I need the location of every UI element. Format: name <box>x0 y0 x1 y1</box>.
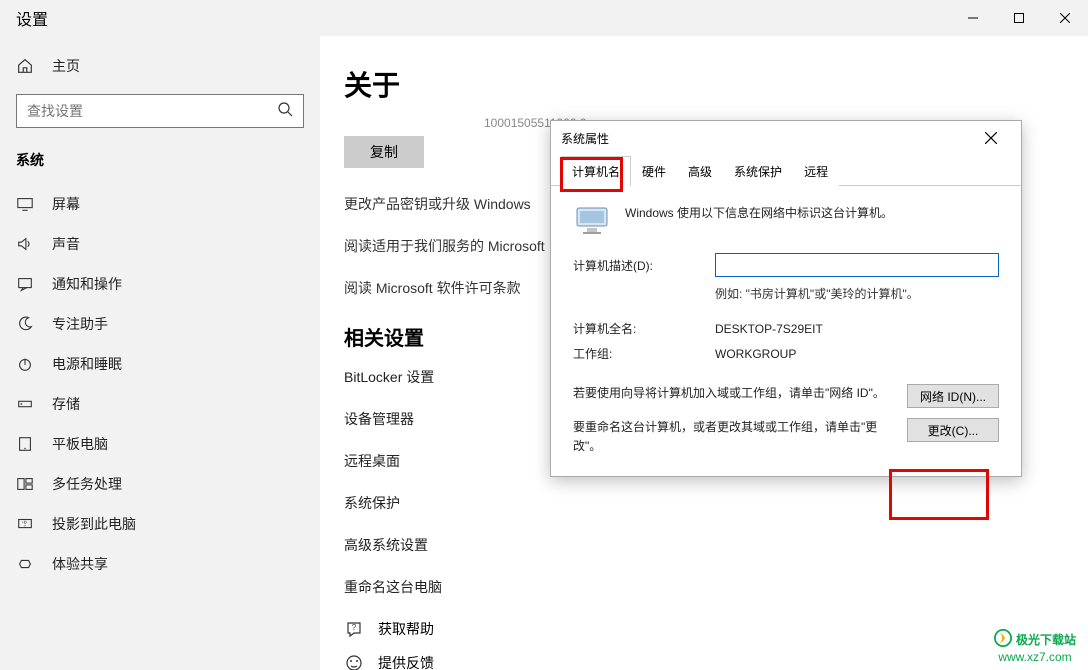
display-icon <box>16 195 34 213</box>
titlebar: 设置 <box>0 0 1088 36</box>
home-icon <box>16 57 34 75</box>
computer-icon <box>573 204 611 239</box>
sidebar-item-label: 屏幕 <box>52 194 80 214</box>
projection-icon <box>16 515 34 533</box>
tab-hardware[interactable]: 硬件 <box>631 156 677 186</box>
window-controls <box>950 0 1088 36</box>
power-icon <box>16 355 34 373</box>
dialog-info-text: Windows 使用以下信息在网络中标识这台计算机。 <box>625 204 893 223</box>
feedback-label: 提供反馈 <box>378 653 434 670</box>
page-title: 关于 <box>344 64 1064 104</box>
dialog-title: 系统属性 <box>561 130 609 147</box>
sidebar-item-display[interactable]: 屏幕 <box>0 184 320 224</box>
sidebar-item-label: 体验共享 <box>52 554 108 574</box>
search-icon <box>277 101 293 122</box>
sidebar-item-storage[interactable]: 存储 <box>0 384 320 424</box>
moon-icon <box>16 315 34 333</box>
system-properties-dialog: 系统属性 计算机名 硬件 高级 系统保护 远程 Windows 使用以下信息在网… <box>550 120 1022 477</box>
sidebar-item-share[interactable]: 体验共享 <box>0 544 320 584</box>
change-text: 要重命名这台计算机，或者更改其域或工作组，请单击"更改"。 <box>573 418 907 456</box>
dialog-close-button[interactable] <box>971 124 1011 152</box>
link-advanced-settings[interactable]: 高级系统设置 <box>344 535 1064 555</box>
window-title: 设置 <box>16 6 48 30</box>
watermark-url: www.xz7.com <box>998 650 1071 664</box>
help-label: 获取帮助 <box>378 619 434 639</box>
full-computer-name-label: 计算机全名: <box>573 320 715 337</box>
tab-system-protection[interactable]: 系统保护 <box>723 156 793 186</box>
storage-icon <box>16 395 34 413</box>
sidebar-item-power[interactable]: 电源和睡眠 <box>0 344 320 384</box>
copy-button[interactable]: 复制 <box>344 136 424 168</box>
dialog-titlebar: 系统属性 <box>551 121 1021 155</box>
change-button[interactable]: 更改(C)... <box>907 418 999 442</box>
sidebar-item-notifications[interactable]: 通知和操作 <box>0 264 320 304</box>
multitask-icon <box>16 475 34 493</box>
tab-computer-name[interactable]: 计算机名 <box>561 156 631 186</box>
sidebar-item-projection[interactable]: 投影到此电脑 <box>0 504 320 544</box>
sidebar-item-multitask[interactable]: 多任务处理 <box>0 464 320 504</box>
computer-description-input[interactable] <box>715 253 999 277</box>
full-computer-name-value: DESKTOP-7S29EIT <box>715 322 999 336</box>
sidebar-item-label: 平板电脑 <box>52 434 108 454</box>
feedback-icon <box>344 653 364 670</box>
link-rename-pc[interactable]: 重命名这台电脑 <box>344 577 1064 597</box>
sidebar-item-label: 声音 <box>52 234 80 254</box>
sidebar-item-label: 多任务处理 <box>52 474 122 494</box>
dialog-tabs: 计算机名 硬件 高级 系统保护 远程 <box>551 155 1021 186</box>
link-feedback[interactable]: 提供反馈 <box>344 653 1064 670</box>
maximize-button[interactable] <box>996 0 1042 36</box>
computer-description-hint: 例如: "书房计算机"或"美玲的计算机"。 <box>715 285 999 302</box>
search-input[interactable] <box>27 103 277 119</box>
sidebar-item-focus[interactable]: 专注助手 <box>0 304 320 344</box>
network-id-text: 若要使用向导将计算机加入域或工作组，请单击"网络 ID"。 <box>573 384 907 408</box>
network-id-button[interactable]: 网络 ID(N)... <box>907 384 999 408</box>
workgroup-value: WORKGROUP <box>715 347 999 361</box>
sidebar-item-tablet[interactable]: 平板电脑 <box>0 424 320 464</box>
watermark-logo-icon <box>994 629 1012 650</box>
help-icon: ? <box>344 619 364 639</box>
computer-description-label: 计算机描述(D): <box>573 257 715 274</box>
notification-icon <box>16 275 34 293</box>
sidebar-item-label: 专注助手 <box>52 314 108 334</box>
sidebar-item-label: 存储 <box>52 394 80 414</box>
minimize-button[interactable] <box>950 0 996 36</box>
close-button[interactable] <box>1042 0 1088 36</box>
workgroup-label: 工作组: <box>573 345 715 362</box>
sidebar-item-home[interactable]: 主页 <box>0 46 320 86</box>
tab-advanced[interactable]: 高级 <box>677 156 723 186</box>
sidebar-item-label: 电源和睡眠 <box>52 354 122 374</box>
link-get-help[interactable]: ? 获取帮助 <box>344 619 1064 639</box>
sidebar-item-label: 通知和操作 <box>52 274 122 294</box>
sound-icon <box>16 235 34 253</box>
sidebar-item-label: 主页 <box>52 56 80 76</box>
watermark: 极光下载站 www.xz7.com <box>994 629 1076 664</box>
sidebar-group-title: 系统 <box>0 150 320 170</box>
search-box[interactable] <box>16 94 304 128</box>
sidebar-item-sound[interactable]: 声音 <box>0 224 320 264</box>
svg-text:?: ? <box>352 623 357 632</box>
link-system-protection[interactable]: 系统保护 <box>344 493 1064 513</box>
tablet-icon <box>16 435 34 453</box>
sidebar: 主页 系统 屏幕 声音 通知和操作 专注助手 <box>0 36 320 670</box>
watermark-name: 极光下载站 <box>1016 631 1076 648</box>
tab-remote[interactable]: 远程 <box>793 156 839 186</box>
sidebar-item-label: 投影到此电脑 <box>52 514 136 534</box>
share-icon <box>16 555 34 573</box>
